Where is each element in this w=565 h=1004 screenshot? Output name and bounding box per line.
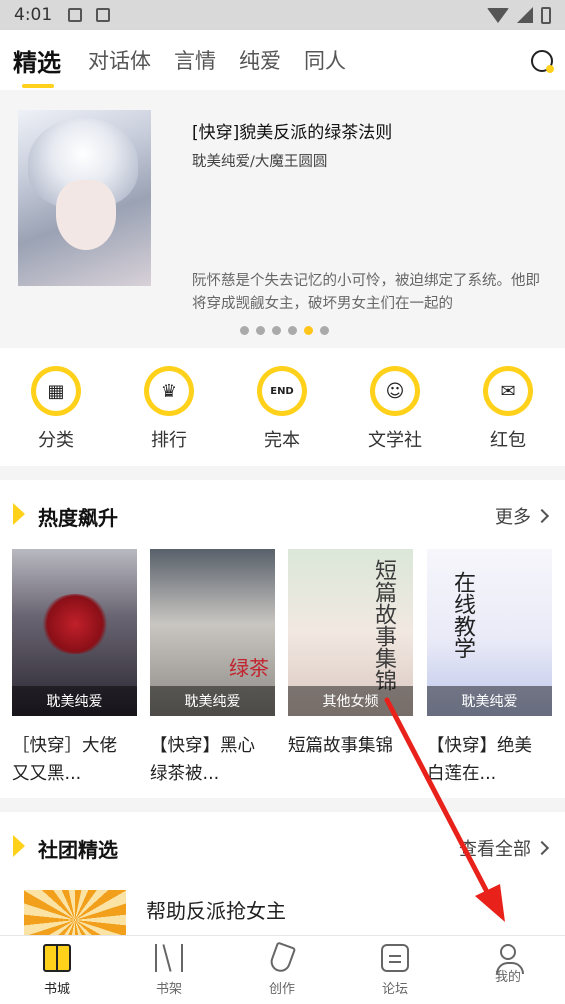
book-cover[interactable]: 在线教学 耽美纯爱 [427,549,552,716]
active-tab-indicator [22,84,54,88]
status-bar: 4:01 [0,0,565,30]
club-icon: ☺ [375,371,415,411]
quick-link-label: 完本 [264,430,300,451]
battery-icon [541,6,551,24]
banner-pagination [240,326,329,335]
cover-text: 在线教学 [450,571,475,659]
book-tag: 耽美纯爱 [427,686,552,716]
quick-link-label: 分类 [38,430,74,451]
quick-link-completed[interactable]: END 完本 [237,366,327,452]
nav-bookshelf[interactable]: 书架 [134,944,204,997]
category-icon: ▦ [36,371,76,411]
banner-book-cover[interactable] [18,110,151,286]
section-title: 热度飙升 [38,506,118,530]
pagination-dot [288,326,297,335]
status-time: 4:01 [14,5,53,25]
bottom-nav: 书城 书架 创作 论坛 我的 [0,935,565,1004]
book-tag: 耽美纯爱 [12,686,137,716]
cover-text: 短篇故事集锦 [371,559,396,691]
cover-text: 绿茶 [229,656,269,680]
nav-bookstore[interactable]: 书城 [22,944,92,997]
banner-book-title[interactable]: [快穿]貌美反派的绿茶法则 [192,118,392,143]
quick-link-label: 排行 [151,430,187,451]
pagination-dot [256,326,265,335]
forum-icon [381,944,409,972]
banner-book-description: 阮怀慈是个失去记忆的小可怜，被迫绑定了系统。他即将穿成觊觎女主，破坏男女主们在一… [192,273,540,312]
book-card[interactable]: 绿茶 耽美纯爱 【快穿】黑心绿茶被... [150,549,275,788]
section-marker [13,503,25,525]
image-notification-icon [68,8,83,22]
nav-label: 书架 [155,982,182,997]
app-notification-icon [96,8,111,22]
book-cover[interactable]: 绿茶 耽美纯爱 [150,549,275,716]
chevron-right-icon [534,840,550,856]
pagination-dot [320,326,329,335]
view-all-link[interactable]: 查看全部 [459,835,550,861]
book-card[interactable]: 在线教学 耽美纯爱 【快穿】绝美白莲在... [427,549,552,788]
quick-link-label: 文学社 [368,430,422,451]
pagination-dot [240,326,249,335]
pagination-dot [272,326,281,335]
tab-fanfic[interactable]: 同人 [304,45,346,75]
pagination-dot-active [304,326,313,335]
top-tab-bar: 精选 对话体 言情 纯爱 同人 [0,30,565,90]
hot-rising-section: 热度飙升 更多 耽美纯爱 ［快穿］大佬又又黑... 绿茶 耽美纯爱 【快穿】黑心… [0,480,565,798]
quick-link-red-packet[interactable]: ✉ 红包 [463,366,553,452]
pen-icon [267,941,297,975]
nav-profile[interactable]: 我的 [473,944,543,985]
book-title[interactable]: ［快穿］大佬又又黑... [12,732,132,788]
tab-featured[interactable]: 精选 [13,43,61,78]
book-card[interactable]: 短篇故事集锦 其他女频 短篇故事集锦 [288,549,413,788]
banner-book-category-author: 耽美纯爱/大魔王圆圆 [192,154,328,170]
chevron-right-icon [534,508,550,524]
section-title: 社团精选 [38,838,118,862]
club-book-title[interactable]: 帮助反派抢女主 [146,895,286,924]
section-marker [13,835,25,857]
quick-link-ranking[interactable]: ♛ 排行 [124,366,214,452]
nav-forum[interactable]: 论坛 [360,944,430,997]
book-title[interactable]: 【快穿】绝美白莲在... [427,732,547,788]
bookstore-icon [43,944,71,972]
profile-icon [496,944,524,974]
wifi-icon [487,7,509,23]
book-title[interactable]: 短篇故事集锦 [288,732,408,788]
nav-label: 书城 [43,982,70,997]
red-packet-icon: ✉ [488,371,528,411]
club-picks-section: 社团精选 查看全部 帮助反派抢女主 [0,812,565,950]
nav-label: 创作 [268,982,295,997]
book-tag: 其他女频 [288,686,413,716]
quick-link-literary-club[interactable]: ☺ 文学社 [350,366,440,452]
book-cover[interactable]: 短篇故事集锦 其他女频 [288,549,413,716]
more-link[interactable]: 更多 [495,503,550,529]
quick-link-category[interactable]: ▦ 分类 [11,366,101,452]
nav-label: 论坛 [381,982,408,997]
quick-links: ▦ 分类 ♛ 排行 END 完本 ☺ 文学社 ✉ 红包 [0,348,565,466]
end-icon: END [262,371,302,411]
tab-dialogue[interactable]: 对话体 [88,45,151,75]
tab-romance[interactable]: 言情 [174,45,216,75]
search-icon[interactable] [531,50,554,73]
tab-pure-love[interactable]: 纯爱 [239,45,281,75]
bookshelf-icon [155,944,183,972]
more-label: 更多 [495,507,531,528]
book-tag: 耽美纯爱 [150,686,275,716]
trophy-icon: ♛ [149,371,189,411]
book-card[interactable]: 耽美纯爱 ［快穿］大佬又又黑... [12,549,137,788]
view-all-label: 查看全部 [459,839,531,860]
book-cover[interactable]: 耽美纯爱 [12,549,137,716]
quick-link-label: 红包 [490,430,526,451]
nav-create[interactable]: 创作 [247,941,317,997]
signal-icon [517,7,533,23]
book-title[interactable]: 【快穿】黑心绿茶被... [150,732,270,788]
